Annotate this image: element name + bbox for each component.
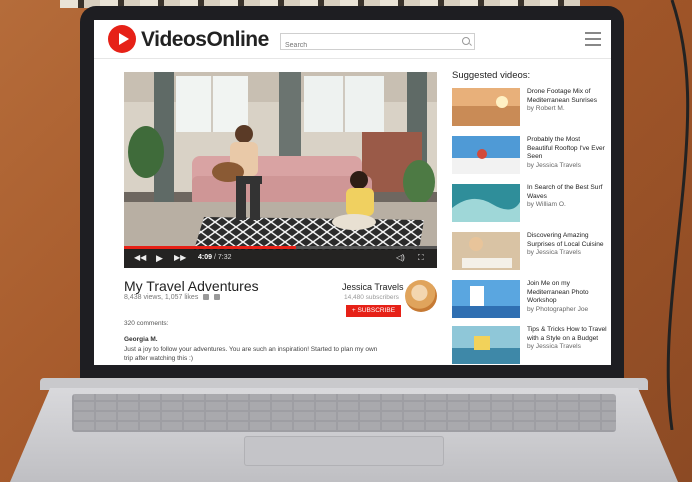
video-title: My Travel Adventures bbox=[124, 278, 259, 294]
thumbs-up-icon[interactable] bbox=[203, 294, 210, 301]
search-box[interactable] bbox=[280, 33, 475, 53]
channel-name[interactable]: Jessica Travels bbox=[342, 282, 404, 292]
video-stats: 8,438 views, 1,057 likes bbox=[124, 294, 221, 301]
site-header: VideosOnline bbox=[94, 20, 611, 59]
total-time: 7:32 bbox=[217, 254, 232, 261]
screen: VideosOnline Search ◀◀ ▶ ▶▶ 4:09 / 7:32 … bbox=[94, 20, 611, 365]
current-time: 4:09 bbox=[198, 254, 213, 261]
suggested-title: Probably the Most Beautiful Rooftop I've… bbox=[527, 136, 607, 170]
comments-count: 320 comments: bbox=[124, 320, 169, 327]
comment-author[interactable]: Georgia M. bbox=[124, 336, 158, 343]
suggested-title: Tips & Tricks How to Travel with a Style… bbox=[527, 326, 607, 350]
trackpad bbox=[244, 436, 444, 466]
suggested-author: by Jessica Travels bbox=[527, 161, 581, 169]
comment-text: Just a joy to follow your adventures. Yo… bbox=[124, 346, 378, 362]
laptop-base bbox=[10, 378, 678, 482]
suggested-title: Join Me on my Mediterranean Photo Worksh… bbox=[527, 280, 607, 314]
video-frame bbox=[124, 72, 437, 268]
volume-icon[interactable]: ◁) bbox=[396, 254, 405, 262]
thumbs-down-icon[interactable] bbox=[214, 294, 221, 301]
thumbnail-cuisine bbox=[452, 232, 520, 270]
skip-back-icon[interactable]: ◀◀ bbox=[134, 254, 146, 262]
suggested-author: by Jessica Travels bbox=[527, 249, 581, 256]
suggested-title: Drone Footage Mix of Mediterranean Sunri… bbox=[527, 88, 607, 114]
thumbnail-waves bbox=[452, 184, 520, 222]
suggested-item[interactable]: Discovering Amazing Surprises of Local C… bbox=[452, 232, 607, 274]
progress-bar[interactable] bbox=[124, 246, 437, 249]
skip-forward-icon[interactable]: ▶▶ bbox=[174, 254, 186, 262]
suggested-item[interactable]: Drone Footage Mix of Mediterranean Sunri… bbox=[452, 88, 607, 130]
suggested-item[interactable]: In Search of the Best Surf Waves by Willi… bbox=[452, 184, 607, 226]
laptop-cable bbox=[666, 0, 690, 430]
thumbnail-photo bbox=[452, 280, 520, 318]
time-display: 4:09 / 7:32 bbox=[198, 254, 232, 261]
thumbnail-sunrise bbox=[452, 88, 520, 126]
thumbnail-budget bbox=[452, 326, 520, 364]
search-icon[interactable] bbox=[462, 37, 470, 45]
suggested-item[interactable]: Probably the Most Beautiful Rooftop I've… bbox=[452, 136, 607, 178]
fullscreen-icon[interactable]: ⛶ bbox=[418, 254, 424, 262]
player-controls: ◀◀ ▶ ▶▶ 4:09 / 7:32 ◁) ⛶ bbox=[124, 246, 437, 268]
suggested-author: by William O. bbox=[527, 201, 566, 208]
thumbnail-rooftop bbox=[452, 136, 520, 174]
video-player[interactable]: ◀◀ ▶ ▶▶ 4:09 / 7:32 ◁) ⛶ bbox=[124, 72, 437, 268]
play-logo-icon[interactable] bbox=[108, 25, 136, 53]
suggested-item[interactable]: Join Me on my Mediterranean Photo Worksh… bbox=[452, 280, 607, 322]
brand-name[interactable]: VideosOnline bbox=[141, 28, 269, 52]
suggested-title: In Search of the Best Surf Waves by Willi… bbox=[527, 184, 607, 210]
play-icon[interactable]: ▶ bbox=[156, 254, 163, 263]
hamburger-menu-icon[interactable] bbox=[585, 32, 601, 46]
views-likes: 8,438 views, 1,057 likes bbox=[124, 294, 199, 301]
suggested-author: by Jessica Travels bbox=[527, 343, 581, 350]
subscribe-button[interactable]: + SUBSCRIBE bbox=[346, 305, 401, 317]
suggested-title: Discovering Amazing Surprises of Local C… bbox=[527, 232, 607, 258]
avatar[interactable] bbox=[405, 280, 437, 312]
subscriber-count: 14,480 subscribers bbox=[344, 294, 399, 301]
keyboard bbox=[72, 394, 616, 432]
progress-fill bbox=[124, 246, 297, 249]
suggested-heading: Suggested videos: bbox=[452, 70, 531, 81]
suggested-author: by Photographer Joe bbox=[527, 305, 589, 313]
suggested-item[interactable]: Tips & Tricks How to Travel with a Style… bbox=[452, 326, 607, 365]
suggested-author: by Robert M. bbox=[527, 105, 565, 112]
search-input[interactable] bbox=[281, 38, 455, 53]
